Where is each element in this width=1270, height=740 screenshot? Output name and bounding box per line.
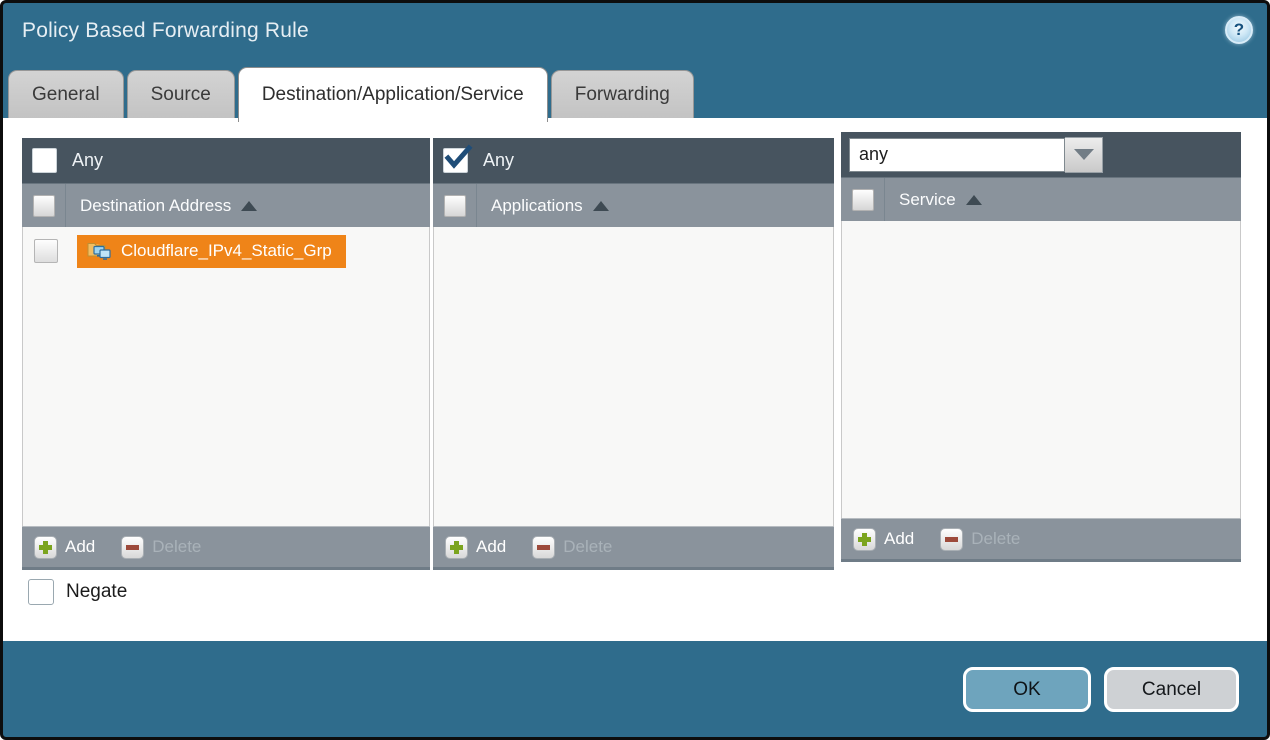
minus-icon bbox=[121, 536, 144, 559]
applications-footer: Add Delete bbox=[433, 526, 834, 570]
ok-button[interactable]: OK bbox=[963, 667, 1091, 712]
sort-asc-icon[interactable] bbox=[241, 201, 257, 211]
service-dropdown-button[interactable] bbox=[1065, 137, 1103, 173]
delete-button[interactable]: Delete bbox=[940, 528, 1020, 551]
minus-icon bbox=[940, 528, 963, 551]
sort-asc-icon[interactable] bbox=[593, 201, 609, 211]
destination-footer: Add Delete bbox=[22, 526, 430, 570]
sort-asc-icon[interactable] bbox=[966, 195, 982, 205]
negate-row: Negate bbox=[28, 579, 127, 605]
applications-panel: Any Applications Add Delete bbox=[433, 138, 834, 570]
plus-icon bbox=[853, 528, 876, 551]
tab-content: Any Destination Address bbox=[3, 118, 1267, 641]
delete-button[interactable]: Delete bbox=[532, 536, 612, 559]
destination-select-all-checkbox[interactable] bbox=[33, 195, 55, 217]
destination-any-bar: Any bbox=[22, 138, 430, 183]
tab-forwarding[interactable]: Forwarding bbox=[551, 70, 694, 118]
service-list bbox=[841, 221, 1241, 518]
applications-any-bar: Any bbox=[433, 138, 834, 183]
applications-list bbox=[433, 227, 834, 526]
service-column-header: Service bbox=[841, 177, 1241, 221]
address-group-icon bbox=[86, 238, 112, 265]
destination-address-panel: Any Destination Address bbox=[22, 138, 430, 570]
add-button[interactable]: Add bbox=[853, 528, 914, 551]
destination-address-entry[interactable]: Cloudflare_IPv4_Static_Grp bbox=[77, 235, 346, 268]
applications-column-header: Applications bbox=[433, 183, 834, 227]
destination-any-label: Any bbox=[72, 150, 103, 171]
service-dropdown-bar: any bbox=[841, 132, 1241, 177]
destination-any-checkbox[interactable] bbox=[32, 148, 57, 173]
destination-column-header: Destination Address bbox=[22, 183, 430, 227]
applications-select-all-checkbox[interactable] bbox=[444, 195, 466, 217]
cancel-button[interactable]: Cancel bbox=[1104, 667, 1239, 712]
page-title: Policy Based Forwarding Rule bbox=[22, 19, 309, 43]
applications-any-checkbox[interactable] bbox=[443, 148, 468, 173]
tab-destination-application-service[interactable]: Destination/Application/Service bbox=[238, 67, 548, 122]
service-footer: Add Delete bbox=[841, 518, 1241, 562]
minus-icon bbox=[532, 536, 555, 559]
service-dropdown[interactable]: any bbox=[849, 138, 1065, 172]
add-button[interactable]: Add bbox=[34, 536, 95, 559]
applications-header-label: Applications bbox=[491, 196, 583, 216]
negate-label: Negate bbox=[66, 581, 127, 603]
tab-bar: General Source Destination/Application/S… bbox=[8, 70, 697, 118]
delete-button[interactable]: Delete bbox=[121, 536, 201, 559]
negate-checkbox[interactable] bbox=[28, 579, 54, 605]
check-icon bbox=[443, 143, 473, 178]
chevron-down-icon bbox=[1074, 149, 1094, 160]
applications-any-label: Any bbox=[483, 150, 514, 171]
plus-icon bbox=[445, 536, 468, 559]
row-checkbox[interactable] bbox=[34, 239, 58, 263]
policy-based-forwarding-dialog: Policy Based Forwarding Rule ? General S… bbox=[0, 0, 1270, 740]
help-icon[interactable]: ? bbox=[1225, 16, 1253, 44]
service-header-label: Service bbox=[899, 190, 956, 210]
service-select-all-checkbox[interactable] bbox=[852, 189, 874, 211]
tab-general[interactable]: General bbox=[8, 70, 124, 118]
service-panel: any Service Add bbox=[841, 132, 1241, 562]
plus-icon bbox=[34, 536, 57, 559]
tab-source[interactable]: Source bbox=[127, 70, 235, 118]
add-button[interactable]: Add bbox=[445, 536, 506, 559]
destination-list: Cloudflare_IPv4_Static_Grp bbox=[22, 227, 430, 526]
destination-address-label: Cloudflare_IPv4_Static_Grp bbox=[121, 241, 332, 261]
list-item: Cloudflare_IPv4_Static_Grp bbox=[23, 233, 429, 269]
destination-header-label: Destination Address bbox=[80, 196, 231, 216]
